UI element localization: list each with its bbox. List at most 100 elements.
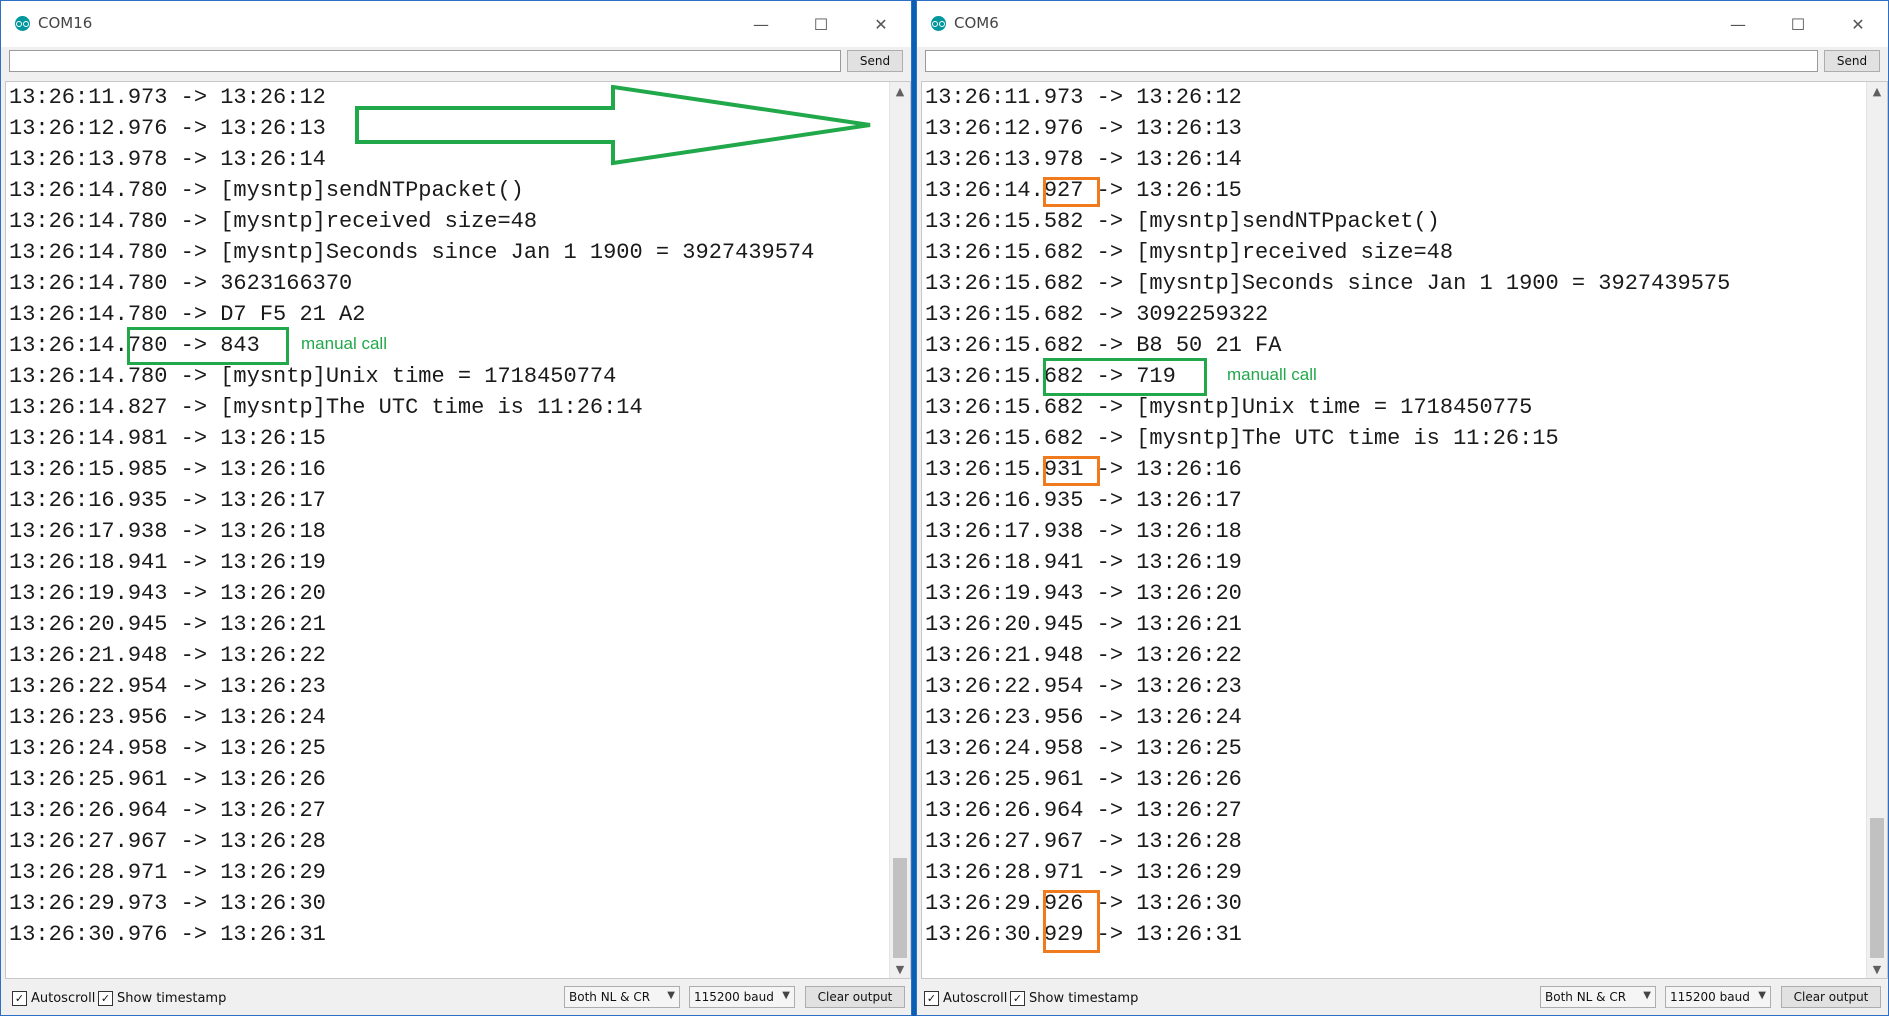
checkbox-icon: ✓ [924, 990, 939, 1006]
clear-output-button[interactable]: Clear output [1781, 986, 1881, 1008]
serial-line: 13:26:15.985 -> 13:26:16 [9, 457, 326, 482]
serial-monitor-window-com6: COM6 — ☐ ✕ Send 13:26:11.973 -> 13:26:12… [916, 0, 1889, 1016]
serial-line: 13:26:19.943 -> 13:26:20 [925, 581, 1242, 606]
minimize-icon[interactable]: — [731, 1, 791, 47]
serial-line: 13:26:14.780 -> [mysntp]Unix time = 1718… [9, 364, 617, 389]
scrollbar-thumb[interactable] [1870, 818, 1884, 958]
serial-line: 13:26:22.954 -> 13:26:23 [925, 674, 1242, 699]
autoscroll-checkbox[interactable]: ✓ Autoscroll [924, 989, 1007, 1007]
line-ending-value: Both NL & CR [1545, 990, 1627, 1004]
serial-line: 13:26:14.780 -> [mysntp]Seconds since Ja… [9, 240, 815, 265]
arduino-icon [15, 16, 30, 31]
autoscroll-checkbox[interactable]: ✓ Autoscroll [12, 989, 95, 1007]
scroll-up-icon[interactable]: ▲ [1867, 82, 1887, 100]
annotation-arrow-icon [355, 85, 871, 166]
serial-line: 13:26:20.945 -> 13:26:21 [9, 612, 326, 637]
status-bar: ✓ Autoscroll ✓ Show timestamp Both NL & … [917, 981, 1888, 1015]
vertical-scrollbar[interactable]: ▲ ▼ [889, 82, 910, 978]
serial-line: 13:26:19.943 -> 13:26:20 [9, 581, 326, 606]
serial-line: 13:26:24.958 -> 13:26:25 [9, 736, 326, 761]
serial-line: 13:26:17.938 -> 13:26:18 [925, 519, 1242, 544]
serial-line: 13:26:14.780 -> D7 F5 21 A2 [9, 302, 366, 327]
scroll-down-icon[interactable]: ▼ [1867, 960, 1887, 978]
close-icon[interactable]: ✕ [1828, 1, 1888, 47]
serial-line: 13:26:15.682 -> B8 50 21 FA [925, 333, 1282, 358]
baud-rate-select[interactable]: 115200 baud ▼ [689, 986, 795, 1008]
send-button[interactable]: Send [1824, 50, 1880, 72]
vertical-scrollbar[interactable]: ▲ ▼ [1866, 82, 1887, 978]
serial-line: 13:26:25.961 -> 13:26:26 [9, 767, 326, 792]
serial-line: 13:26:28.971 -> 13:26:29 [925, 860, 1242, 885]
scrollbar-thumb[interactable] [893, 858, 907, 958]
serial-line: 13:26:22.954 -> 13:26:23 [9, 674, 326, 699]
serial-line: 13:26:15.682 -> 3092259322 [925, 302, 1269, 327]
annotation-box-manual-call [127, 327, 289, 365]
line-ending-select[interactable]: Both NL & CR ▼ [1540, 986, 1656, 1008]
scroll-down-icon[interactable]: ▼ [890, 960, 910, 978]
checkbox-icon: ✓ [98, 990, 113, 1006]
serial-output-lines: 13:26:11.973 -> 13:26:12 13:26:12.976 -> … [9, 82, 814, 950]
chevron-down-icon: ▼ [782, 990, 790, 1001]
serial-line: 13:26:11.973 -> 13:26:12 [925, 85, 1242, 110]
status-bar: ✓ Autoscroll ✓ Show timestamp Both NL & … [1, 981, 911, 1015]
serial-line: 13:26:29.973 -> 13:26:30 [9, 891, 326, 916]
serial-output-lines: 13:26:11.973 -> 13:26:12 13:26:12.976 -> … [925, 82, 1730, 950]
serial-line: 13:26:18.941 -> 13:26:19 [9, 550, 326, 575]
serial-line: 13:26:15.682 -> [mysntp]The UTC time is … [925, 426, 1559, 451]
serial-output-area[interactable]: 13:26:11.973 -> 13:26:12 13:26:12.976 -> … [5, 81, 911, 979]
title-bar[interactable]: COM16 — ☐ ✕ [1, 1, 911, 47]
title-bar[interactable]: COM6 — ☐ ✕ [917, 1, 1888, 47]
line-ending-select[interactable]: Both NL & CR ▼ [564, 986, 680, 1008]
clear-output-button[interactable]: Clear output [805, 986, 905, 1008]
serial-line: 13:26:14.780 -> 3623166370 [9, 271, 353, 296]
serial-line: 13:26:26.964 -> 13:26:27 [925, 798, 1242, 823]
serial-line: 13:26:14.827 -> [mysntp]The UTC time is … [9, 395, 643, 420]
serial-line: 13:26:16.935 -> 13:26:17 [925, 488, 1242, 513]
send-input[interactable] [925, 50, 1818, 72]
baud-rate-value: 115200 baud [694, 990, 774, 1004]
annotation-box-ms-927 [1043, 177, 1100, 207]
close-icon[interactable]: ✕ [851, 1, 911, 47]
baud-rate-value: 115200 baud [1670, 990, 1750, 1004]
serial-line: 13:26:15.682 -> [mysntp]Seconds since Ja… [925, 271, 1731, 296]
autoscroll-label: Autoscroll [31, 990, 96, 1006]
annotation-box-ms-931 [1043, 456, 1100, 486]
maximize-icon[interactable]: ☐ [791, 1, 851, 47]
scroll-up-icon[interactable]: ▲ [890, 82, 910, 100]
checkbox-icon: ✓ [12, 990, 27, 1006]
serial-line: 13:26:16.935 -> 13:26:17 [9, 488, 326, 513]
window-title: COM16 [38, 14, 93, 32]
show-timestamp-label: Show timestamp [1029, 990, 1139, 1006]
serial-line: 13:26:14.981 -> 13:26:15 [9, 426, 326, 451]
serial-line: 13:26:15.682 -> [mysntp]Unix time = 1718… [925, 395, 1533, 420]
send-input[interactable] [9, 50, 841, 72]
chevron-down-icon: ▼ [1758, 990, 1766, 1001]
maximize-icon[interactable]: ☐ [1768, 1, 1828, 47]
serial-line: 13:26:26.964 -> 13:26:27 [9, 798, 326, 823]
line-ending-value: Both NL & CR [569, 990, 651, 1004]
chevron-down-icon: ▼ [667, 990, 675, 1001]
send-button[interactable]: Send [847, 50, 903, 72]
serial-line: 13:26:23.956 -> 13:26:24 [925, 705, 1242, 730]
annotation-label: manual call [301, 334, 387, 353]
annotation-box-manual-call [1043, 358, 1207, 396]
show-timestamp-checkbox[interactable]: ✓ Show timestamp [1010, 989, 1138, 1007]
baud-rate-select[interactable]: 115200 baud ▼ [1665, 986, 1771, 1008]
serial-line: 13:26:21.948 -> 13:26:22 [9, 643, 326, 668]
serial-line: 13:26:25.961 -> 13:26:26 [925, 767, 1242, 792]
show-timestamp-checkbox[interactable]: ✓ Show timestamp [98, 989, 226, 1007]
annotation-label: manuall call [1227, 365, 1317, 384]
minimize-icon[interactable]: — [1708, 1, 1768, 47]
serial-line: 13:26:14.780 -> [mysntp]sendNTPpacket() [9, 178, 524, 203]
chevron-down-icon: ▼ [1643, 990, 1651, 1001]
serial-output-area[interactable]: 13:26:11.973 -> 13:26:12 13:26:12.976 -> … [921, 81, 1888, 979]
serial-line: 13:26:20.945 -> 13:26:21 [925, 612, 1242, 637]
checkbox-icon: ✓ [1010, 990, 1025, 1006]
annotation-box-ms-926-929 [1043, 890, 1100, 953]
serial-line: 13:26:12.976 -> 13:26:13 [925, 116, 1242, 141]
serial-line: 13:26:24.958 -> 13:26:25 [925, 736, 1242, 761]
serial-line: 13:26:27.967 -> 13:26:28 [9, 829, 326, 854]
window-title: COM6 [954, 14, 999, 32]
serial-line: 13:26:21.948 -> 13:26:22 [925, 643, 1242, 668]
serial-line: 13:26:15.582 -> [mysntp]sendNTPpacket() [925, 209, 1440, 234]
